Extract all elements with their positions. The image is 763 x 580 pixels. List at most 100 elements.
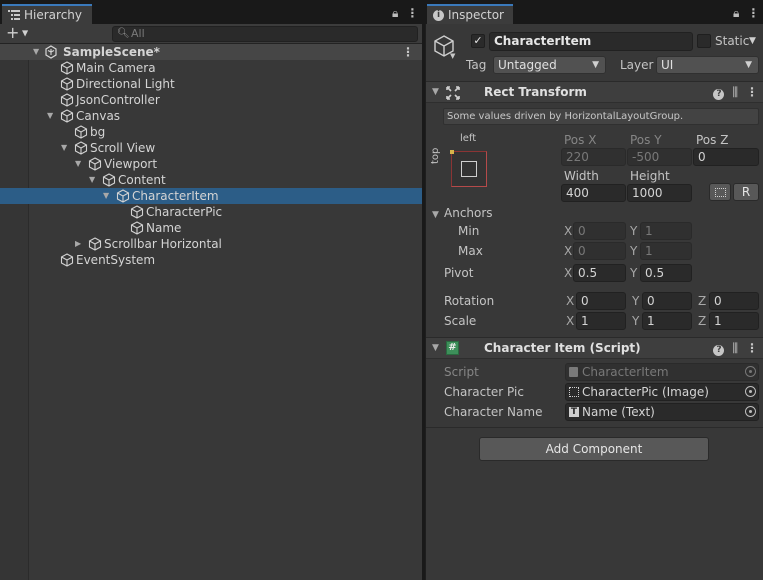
height-field[interactable]: 1000	[627, 184, 692, 202]
tag-label: Tag	[466, 58, 487, 72]
scene-kebab-menu-icon[interactable]: ⋮	[402, 44, 414, 60]
presets-icon[interactable]: ⫼	[732, 85, 738, 99]
expand-arrow-icon[interactable]: ▼	[75, 156, 85, 172]
hierarchy-item[interactable]: JsonController	[0, 92, 422, 108]
collapsed-arrow-icon[interactable]: ▶	[75, 236, 85, 252]
hierarchy-item[interactable]: ▶ Scrollbar Horizontal	[0, 236, 422, 252]
object-picker-icon[interactable]	[745, 386, 756, 397]
script-value: CharacterItem	[582, 365, 669, 379]
lock-icon[interactable]: 🔒︎	[733, 6, 739, 20]
script-component-title: Character Item (Script)	[484, 341, 641, 355]
driven-values-note: Some values driven by HorizontalLayoutGr…	[443, 108, 759, 125]
script-component-header[interactable]: ▼ # Character Item (Script) ? ⫼ ⋮	[426, 337, 763, 359]
expand-arrow-icon[interactable]: ▼	[47, 108, 57, 124]
kebab-menu-icon[interactable]: ⋮	[746, 341, 758, 355]
width-field[interactable]: 400	[561, 184, 626, 202]
layer-label: Layer	[620, 58, 654, 72]
object-name-field[interactable]: CharacterItem	[489, 32, 693, 51]
hierarchy-item[interactable]: Main Camera	[0, 60, 422, 76]
hierarchy-item-label: Canvas	[76, 109, 121, 123]
expand-arrow-icon[interactable]: ▼	[89, 172, 99, 188]
hierarchy-item[interactable]: ▼ Content	[0, 172, 422, 188]
expand-arrow-icon[interactable]: ▼	[103, 188, 113, 204]
add-component-button[interactable]: Add Component	[479, 437, 709, 461]
tab-inspector[interactable]: i Inspector	[427, 4, 513, 24]
rotation-z-axis[interactable]: Z	[698, 294, 706, 308]
pivot-y-axis[interactable]: Y	[630, 266, 637, 280]
character-name-field[interactable]: T Name (Text)	[565, 403, 759, 421]
raw-edit-button[interactable]: R	[733, 183, 759, 201]
hierarchy-item[interactable]: Name	[0, 220, 422, 236]
kebab-menu-icon[interactable]: ⋮	[747, 6, 759, 20]
scale-x-axis[interactable]: X	[566, 314, 574, 328]
rotation-x-field[interactable]: 0	[576, 292, 626, 310]
hierarchy-item[interactable]: ▼ Scroll View	[0, 140, 422, 156]
expand-arrow-icon[interactable]: ▼	[61, 140, 71, 156]
pivot-x-field[interactable]: 0.5	[573, 264, 626, 282]
hierarchy-search-input[interactable]: 🔍︎ All	[112, 26, 418, 42]
tab-hierarchy[interactable]: Hierarchy	[2, 4, 92, 24]
hierarchy-item[interactable]: ▼ CharacterItem	[0, 188, 422, 204]
anchor-preset-top-label: top	[430, 147, 441, 164]
kebab-menu-icon[interactable]: ⋮	[406, 6, 418, 20]
static-dropdown-icon[interactable]: ▼	[749, 36, 756, 46]
inspector-tab-tools: 🔒︎ ⋮	[725, 6, 759, 21]
static-checkbox[interactable]	[697, 34, 711, 48]
active-checkbox[interactable]: ✓	[471, 34, 485, 48]
pivot-y-field[interactable]: 0.5	[640, 264, 692, 282]
scale-z-field[interactable]: 1	[709, 312, 759, 330]
hierarchy-item[interactable]: ▼ Canvas	[0, 108, 422, 124]
gameobject-cube-icon	[130, 221, 144, 235]
anchor-min-x-field: 0	[573, 222, 626, 240]
kebab-menu-icon[interactable]: ⋮	[746, 85, 758, 99]
help-icon[interactable]: ?	[713, 345, 725, 356]
hierarchy-item[interactable]: EventSystem	[0, 252, 422, 268]
tag-dropdown[interactable]: Untagged ▼	[493, 56, 606, 74]
rotation-z-field[interactable]: 0	[709, 292, 759, 310]
hierarchy-list-icon	[8, 7, 20, 25]
anchor-presets-button[interactable]	[450, 150, 487, 187]
anchor-min-x-axis: X	[564, 224, 573, 238]
collapse-arrow-icon[interactable]: ▼	[432, 343, 439, 353]
hierarchy-item-label: Main Camera	[76, 61, 156, 75]
rotation-label: Rotation	[444, 294, 495, 308]
object-picker-icon[interactable]	[745, 406, 756, 417]
pos-z-field[interactable]: 0	[693, 148, 759, 166]
scene-name: SampleScene*	[63, 45, 160, 59]
presets-icon[interactable]: ⫼	[732, 341, 738, 355]
lock-icon[interactable]: 🔒︎	[392, 6, 398, 20]
layer-dropdown[interactable]: UI ▼	[656, 56, 759, 74]
character-pic-field[interactable]: CharacterPic (Image)	[565, 383, 759, 401]
add-component-label: Add Component	[545, 442, 643, 456]
scale-y-field[interactable]: 1	[642, 312, 692, 330]
hierarchy-item[interactable]: bg	[0, 124, 422, 140]
add-object-button[interactable]: + ▼	[6, 25, 28, 42]
rotation-y-field[interactable]: 0	[642, 292, 692, 310]
scale-y-axis[interactable]: Y	[632, 314, 639, 328]
chevron-down-icon[interactable]: ▼	[450, 52, 455, 60]
rect-transform-tools: ? ⫼ ⋮	[705, 85, 758, 100]
hierarchy-panel: + ▼ 🔍︎ All ▼ SampleScene* ⋮ Main Camera D…	[0, 24, 422, 580]
unity-scene-icon	[44, 45, 58, 59]
pivot-x-axis[interactable]: X	[564, 266, 572, 280]
collapse-arrow-icon[interactable]: ▼	[432, 210, 439, 220]
scale-x-field[interactable]: 1	[576, 312, 626, 330]
rotation-y-axis[interactable]: Y	[632, 294, 639, 308]
anchor-min-y-field: 1	[640, 222, 692, 240]
blueprint-mode-button[interactable]	[709, 183, 731, 201]
anchors-label[interactable]: Anchors	[444, 206, 493, 220]
gameobject-cube-icon	[88, 237, 102, 251]
help-icon[interactable]: ?	[713, 89, 725, 100]
expand-arrow-icon[interactable]: ▼	[33, 44, 43, 60]
gameobject-cube-icon	[102, 173, 116, 187]
hierarchy-item[interactable]: CharacterPic	[0, 204, 422, 220]
scene-row[interactable]: ▼ SampleScene* ⋮	[0, 44, 422, 60]
chevron-down-icon: ▼	[592, 60, 599, 70]
rotation-x-axis[interactable]: X	[566, 294, 574, 308]
rect-transform-header[interactable]: ▼ Rect Transform ? ⫼ ⋮	[426, 81, 763, 103]
hierarchy-item[interactable]: ▼ Viewport	[0, 156, 422, 172]
collapse-arrow-icon[interactable]: ▼	[432, 87, 439, 97]
hierarchy-item[interactable]: Directional Light	[0, 76, 422, 92]
scale-z-axis[interactable]: Z	[698, 314, 706, 328]
hierarchy-item-label: Name	[146, 221, 182, 235]
